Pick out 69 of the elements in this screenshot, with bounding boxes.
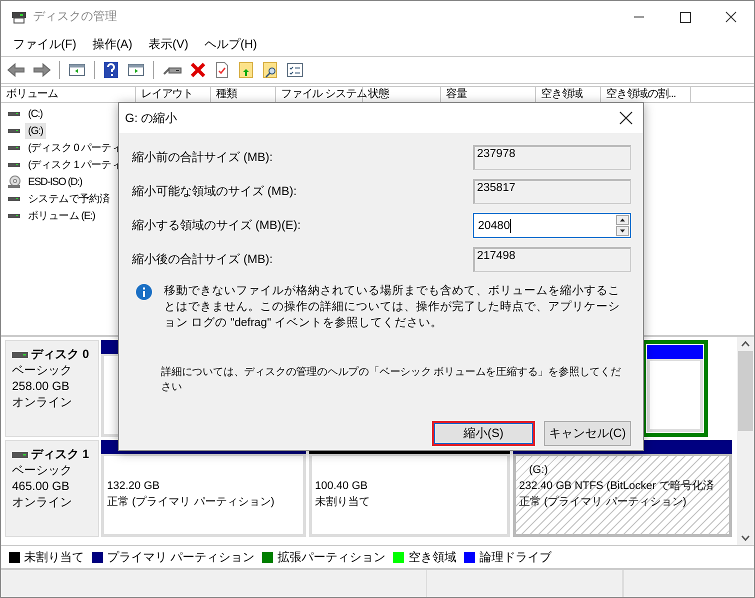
readonly-field: 237978	[473, 145, 631, 170]
checked-document-icon[interactable]	[214, 61, 230, 79]
partition-size: 232.40 GB NTFS (BitLocker で暗号化済	[519, 478, 715, 494]
legend-label: 論理ドライブ	[479, 548, 552, 566]
info-text: 移動できないファイルが格納されている場所までも含めて、ボリュームを縮小することはできません。この操作の詳細については、操作が完了した時点で、アプリケーション ログの "defrag" イベントを参照してください。	[164, 284, 621, 331]
partition-size: 100.40 GB	[315, 479, 369, 494]
legend-label: 未割り当て	[24, 548, 84, 566]
disk-type: ベーシック	[12, 363, 73, 378]
disk-size: 465.00 GB	[12, 479, 70, 494]
disk-type: ベーシック	[12, 463, 73, 478]
field-label: 縮小後の合計サイズ (MB):	[132, 251, 273, 268]
delete-icon[interactable]	[190, 62, 206, 78]
close-icon[interactable]	[619, 111, 633, 125]
partition-status: 正常 (プライマリ パーティション)	[519, 494, 688, 510]
legend-label: 空き領域	[408, 548, 456, 566]
info-icon	[136, 284, 152, 300]
scrollbar[interactable]	[737, 337, 754, 545]
menu-item[interactable]: ヘルプ(H)	[196, 36, 265, 52]
spin-up-icon[interactable]	[616, 215, 629, 225]
partition[interactable]: 100.40 GB 未割り当て	[309, 454, 510, 537]
disk-status: オンライン	[12, 395, 73, 410]
menu-item[interactable]: 操作(A)	[84, 36, 140, 52]
partition-status: 正常 (プライマリ パーティション)	[107, 494, 276, 510]
disk-drive-icon	[12, 450, 28, 460]
panel-icon[interactable]	[127, 62, 145, 78]
field-label: 縮小可能な領域のサイズ (MB):	[132, 183, 297, 200]
readonly-field: 217498	[473, 247, 631, 272]
volume-name[interactable]: ボリューム (E:)	[25, 208, 98, 224]
partition-status: 未割り当て	[315, 494, 371, 510]
field-label: 縮小前の合計サイズ (MB):	[132, 149, 273, 166]
volume-name[interactable]: (C:)	[25, 106, 46, 122]
window-title: ディスクの管理	[33, 8, 117, 25]
panel-icon[interactable]	[68, 62, 86, 78]
partition[interactable]: (G:) 232.40 GB NTFS (BitLocker で暗号化済 正常 (プライマリ パーティション)	[513, 454, 732, 537]
scrollbar-thumb[interactable]	[738, 351, 753, 431]
field-label: 縮小する領域のサイズ (MB)(E):	[132, 217, 301, 234]
disk-label-panel[interactable]: ディスク 1 ベーシック 465.00 GB オンライン	[5, 440, 99, 537]
partition-size: 132.20 GB	[107, 479, 161, 494]
legend-label: プライマリ パーティション	[107, 548, 254, 566]
folder-search-icon[interactable]	[262, 61, 278, 79]
cd-drive-icon	[7, 174, 21, 188]
spin-field[interactable]: 20480	[473, 213, 631, 238]
partition[interactable]: 132.20 GB 正常 (プライマリ パーティション)	[101, 454, 306, 537]
extended-partition[interactable]	[642, 340, 708, 437]
dialog-button[interactable]: 縮小(S)	[432, 421, 535, 446]
disk-name: ディスク 1	[31, 447, 90, 462]
back-arrow-icon[interactable]	[7, 62, 25, 78]
folder-up-icon[interactable]	[238, 61, 254, 79]
forward-arrow-icon[interactable]	[33, 62, 51, 78]
checklist-icon[interactable]	[286, 62, 304, 78]
disk-status: オンライン	[12, 495, 73, 510]
menu-item[interactable]: ファイル(F)	[5, 36, 84, 52]
dialog-button[interactable]: キャンセル(C)	[544, 421, 631, 446]
help-icon[interactable]	[103, 61, 119, 79]
volume-name[interactable]: システムで予約済	[25, 190, 113, 206]
help-text: 詳細については、ディスクの管理のヘルプの「ベーシック ボリュームを圧縮する」を参照してください	[161, 365, 622, 395]
dialog-title: G: の縮小	[125, 110, 178, 126]
disk-drive-icon	[12, 350, 28, 360]
disk-name: ディスク 0	[31, 347, 90, 362]
volume-name[interactable]: (G:)	[25, 122, 46, 138]
disk-label-panel[interactable]: ディスク 0 ベーシック 258.00 GB オンライン	[5, 340, 99, 437]
readonly-field: 235817	[473, 179, 631, 204]
volume-name[interactable]: ESD-ISO (D:)	[25, 174, 85, 190]
legend-label: 拡張パーティション	[277, 548, 386, 566]
partition-bar	[647, 345, 703, 359]
partition-label: (G:)	[528, 463, 549, 478]
disk-size: 258.00 GB	[12, 379, 70, 394]
spin-down-icon[interactable]	[616, 226, 629, 236]
menu-item[interactable]: 表示(V)	[140, 36, 196, 52]
